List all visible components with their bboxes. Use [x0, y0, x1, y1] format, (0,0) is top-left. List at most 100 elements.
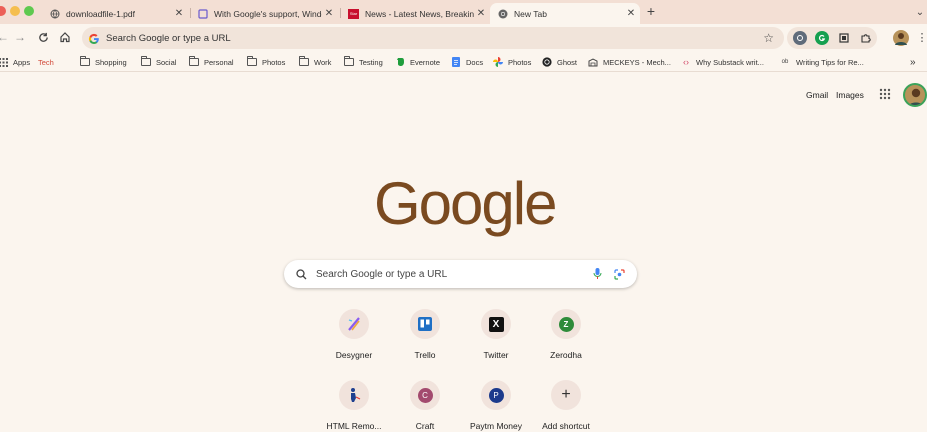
pinwheel-icon: [493, 57, 503, 67]
tab-google-support[interactable]: With Google's support, Windo ✕: [190, 3, 338, 24]
zerodha-icon: Z: [551, 309, 581, 339]
bookmark-label: Work: [314, 57, 332, 67]
reload-icon[interactable]: [36, 30, 50, 44]
keyboard-icon: [588, 57, 598, 67]
shortcut-craft[interactable]: C Craft: [385, 380, 465, 431]
tab-strip: downloadfile-1.pdf ✕ With Google's suppo…: [0, 0, 927, 24]
folder-icon: [189, 56, 199, 67]
shortcut-add[interactable]: + Add shortcut: [526, 380, 606, 431]
bookmark-meckeys[interactable]: MECKEYS - Mech...: [588, 55, 671, 69]
google-lens-icon[interactable]: [614, 268, 625, 280]
shortcut-desygner[interactable]: Desygner: [314, 309, 394, 360]
bookmark-label: Personal: [204, 57, 234, 67]
close-window-button[interactable]: [0, 6, 6, 16]
bookmark-folder-work[interactable]: Work: [299, 55, 331, 69]
bookmarks-overflow-chevron-icon[interactable]: »: [910, 55, 916, 69]
code-icon: ‹›: [683, 57, 689, 67]
minimize-window-button[interactable]: [10, 6, 20, 16]
craft-icon: C: [410, 380, 440, 410]
folder-icon: [80, 56, 90, 67]
bookmark-why-substack[interactable]: ‹› Why Substack writ...: [681, 55, 764, 69]
shortcut-label: Desygner: [335, 350, 373, 360]
apps-grid-icon: [0, 57, 8, 67]
extension-lens-icon[interactable]: [793, 31, 807, 45]
bookmark-label: Docs: [466, 57, 484, 67]
evernote-icon: [395, 57, 405, 67]
screenshot-extension-icon[interactable]: [837, 31, 851, 45]
bookmark-label: Tech: [38, 57, 54, 67]
close-tab-icon[interactable]: ✕: [624, 8, 638, 19]
bookmark-apps[interactable]: Apps: [0, 55, 30, 69]
news-icon: Star: [348, 8, 359, 19]
account-avatar[interactable]: [903, 83, 927, 107]
tab-title: With Google's support, Windo: [214, 8, 322, 19]
menu-kebab-icon[interactable]: ⋮: [915, 30, 927, 44]
bookmark-ghost[interactable]: Ghost: [542, 55, 577, 69]
close-tab-icon[interactable]: ✕: [474, 8, 488, 19]
gmail-link[interactable]: Gmail: [806, 90, 828, 100]
bookmark-folder-photos[interactable]: Photos: [247, 55, 285, 69]
search-placeholder: Search Google or type a URL: [316, 268, 448, 280]
maximize-window-button[interactable]: [24, 6, 34, 16]
bookmark-docs[interactable]: Docs: [451, 55, 483, 69]
tab-title: New Tab: [514, 8, 547, 19]
bookmark-label: Evernote: [410, 57, 441, 67]
microphone-icon[interactable]: [593, 268, 602, 280]
shortcut-trello[interactable]: Trello: [385, 309, 465, 360]
images-link[interactable]: Images: [836, 90, 864, 100]
page-icon: [198, 8, 208, 19]
search-box[interactable]: Search Google or type a URL: [284, 260, 637, 288]
tab-downloadfile[interactable]: downloadfile-1.pdf ✕: [42, 3, 188, 24]
bookmark-tech[interactable]: Tech: [38, 55, 54, 69]
shortcut-zerodha[interactable]: Z Zerodha: [526, 309, 606, 360]
forward-arrow-icon[interactable]: →: [13, 30, 27, 44]
shortcut-label: Trello: [414, 350, 436, 360]
shortcut-label: Craft: [415, 421, 435, 431]
address-bar[interactable]: Search Google or type a URL ☆: [82, 27, 784, 49]
bookmark-folder-shopping[interactable]: Shopping: [80, 55, 127, 69]
address-bar-placeholder: Search Google or type a URL: [106, 32, 231, 44]
close-tab-icon[interactable]: ✕: [172, 8, 186, 19]
bookmarks-bar: Apps Tech Shopping Social Personal Photo…: [0, 52, 927, 72]
bookmark-writing-tips[interactable]: ob Writing Tips for Re...: [779, 55, 864, 69]
tab-search-chevron-icon[interactable]: ⌄: [913, 5, 927, 19]
tab-news[interactable]: Star News - Latest News, Breaking ✕: [340, 3, 490, 24]
shortcut-label: Twitter: [483, 350, 509, 360]
google-apps-grid-icon[interactable]: [879, 88, 891, 102]
back-arrow-icon[interactable]: ←: [0, 30, 10, 44]
new-tab-button[interactable]: +: [644, 3, 658, 19]
bookmark-google-photos[interactable]: Photos: [493, 55, 531, 69]
tab-title: News - Latest News, Breaking: [365, 8, 474, 19]
bookmark-label: Photos: [508, 57, 532, 67]
bookmark-label: Photos: [262, 57, 286, 67]
puzzle-extensions-icon[interactable]: [859, 31, 873, 45]
google-logo: Google: [374, 170, 557, 237]
bookmark-label: Why Substack writ...: [696, 57, 764, 67]
bookmark-label: Writing Tips for Re...: [796, 57, 864, 67]
search-icon: [294, 268, 308, 280]
close-tab-icon[interactable]: ✕: [322, 8, 336, 19]
profile-avatar[interactable]: [893, 30, 909, 46]
tab-new-tab[interactable]: New Tab ✕: [490, 3, 640, 24]
shortcut-twitter[interactable]: X Twitter: [456, 309, 536, 360]
bookmark-folder-social[interactable]: Social: [141, 55, 176, 69]
google-g-icon: [88, 32, 100, 45]
tab-title: downloadfile-1.pdf: [66, 8, 135, 19]
shortcut-label: HTML Remo...: [326, 421, 382, 431]
bookmark-folder-personal[interactable]: Personal: [189, 55, 234, 69]
home-icon[interactable]: [58, 30, 72, 44]
bookmark-star-icon[interactable]: ☆: [763, 31, 774, 45]
folder-icon: [299, 56, 309, 67]
shortcut-html-remover[interactable]: HTML Remo...: [314, 380, 394, 431]
shortcut-paytm-money[interactable]: P Paytm Money: [456, 380, 536, 431]
bookmark-label: MECKEYS - Mech...: [603, 57, 671, 67]
bookmark-folder-testing[interactable]: Testing: [344, 55, 383, 69]
shortcut-label: Zerodha: [550, 350, 582, 360]
bookmark-evernote[interactable]: Evernote: [395, 55, 440, 69]
bookmark-label: Shopping: [95, 57, 127, 67]
shortcut-label: Add shortcut: [542, 421, 590, 431]
browser-toolbar: ← → Search Google or type a URL ☆ ⋮: [0, 24, 927, 52]
bookmark-label: Social: [156, 57, 177, 67]
folder-icon: [344, 56, 354, 67]
grammarly-icon[interactable]: [815, 31, 829, 45]
